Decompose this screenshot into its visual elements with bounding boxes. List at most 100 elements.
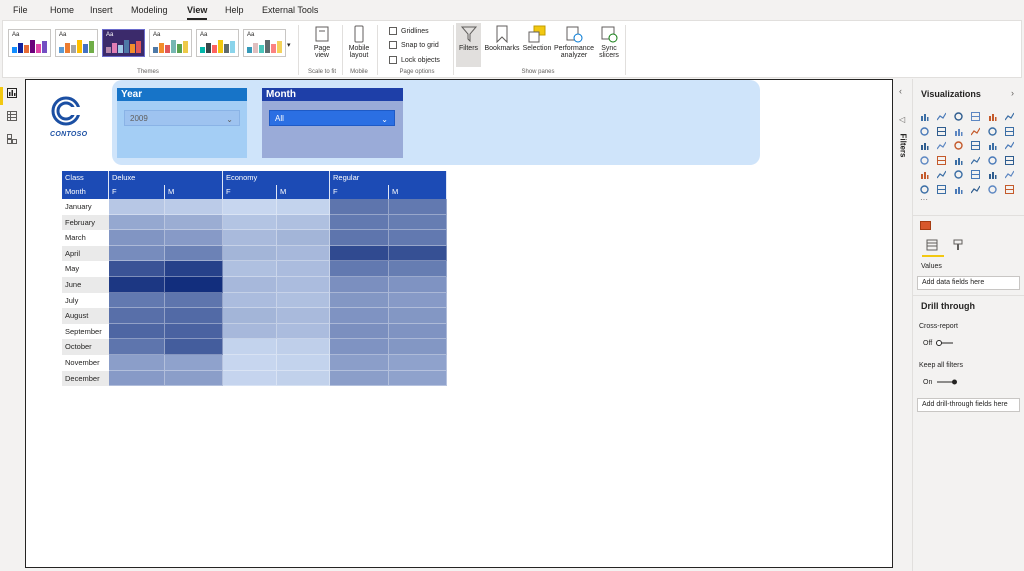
report-view-icon[interactable]	[7, 88, 17, 98]
visual-type-icon[interactable]	[937, 112, 946, 121]
matrix-cell[interactable]	[277, 277, 330, 293]
matrix-cell[interactable]	[165, 245, 223, 262]
visual-type-icon[interactable]	[920, 155, 929, 165]
matrix-cell[interactable]	[165, 370, 223, 387]
visual-type-icon[interactable]	[937, 126, 946, 136]
matrix-cell[interactable]	[109, 245, 165, 262]
matrix-cell[interactable]	[109, 370, 165, 387]
matrix-cell[interactable]	[330, 245, 389, 262]
matrix-cell[interactable]	[277, 355, 330, 371]
matrix-cell[interactable]	[223, 230, 277, 246]
visual-type-icon[interactable]	[988, 126, 997, 136]
visual-type-icon[interactable]	[971, 185, 980, 194]
visual-type-icon[interactable]	[988, 155, 997, 165]
matrix-cell[interactable]	[165, 292, 223, 309]
class-column-header[interactable]: Economy	[223, 171, 330, 185]
matrix-cell[interactable]	[165, 323, 223, 340]
visual-type-icon[interactable]	[937, 141, 946, 150]
visual-type-icon[interactable]	[971, 156, 980, 165]
matrix-cell[interactable]	[389, 308, 447, 324]
matrix-cell[interactable]	[223, 261, 277, 277]
row-header[interactable]: May	[62, 261, 109, 277]
theme-thumbnail[interactable]: Aa	[55, 29, 98, 57]
row-header[interactable]: October	[62, 339, 109, 355]
matrix-cell[interactable]	[330, 355, 389, 371]
matrix-cell[interactable]	[277, 245, 330, 262]
visual-type-icon[interactable]	[937, 155, 946, 165]
visual-type-icon[interactable]	[988, 112, 997, 121]
matrix-cell[interactable]	[223, 308, 277, 324]
matrix-cell[interactable]	[330, 308, 389, 324]
matrix-cell[interactable]	[223, 214, 277, 231]
matrix-cell[interactable]	[223, 245, 277, 262]
matrix-cell[interactable]	[165, 308, 223, 324]
menu-insert[interactable]: Insert	[90, 5, 113, 15]
menu-modeling[interactable]: Modeling	[131, 5, 168, 15]
visual-type-icon[interactable]	[954, 156, 963, 165]
visual-type-icon[interactable]	[920, 170, 929, 179]
matrix-cell[interactable]	[109, 355, 165, 371]
matrix-cell[interactable]	[330, 277, 389, 293]
year-slicer[interactable]: Year 2009 ⌄	[117, 88, 247, 158]
matrix-cell[interactable]	[165, 339, 223, 355]
matrix-cell[interactable]	[165, 214, 223, 231]
gender-column-header[interactable]: M	[165, 185, 223, 199]
visual-type-icon[interactable]	[1005, 112, 1014, 121]
gender-column-header[interactable]: M	[277, 185, 330, 199]
matrix-cell[interactable]	[389, 261, 447, 277]
matrix-cell[interactable]	[277, 230, 330, 246]
class-column-header[interactable]: Regular	[330, 171, 447, 185]
matrix-cell[interactable]	[330, 339, 389, 355]
matrix-cell[interactable]	[389, 292, 447, 309]
snap-to-grid-checkbox[interactable]: Snap to grid	[389, 41, 439, 49]
matrix-cell[interactable]	[109, 214, 165, 231]
menu-home[interactable]: Home	[50, 5, 74, 15]
matrix-visual[interactable]: Class Deluxe Economy Regular Month F M F M F M Janu…	[62, 171, 447, 387]
matrix-cell[interactable]	[109, 339, 165, 355]
matrix-cell[interactable]	[389, 370, 447, 387]
visual-type-icon[interactable]	[971, 141, 980, 150]
matrix-cell[interactable]	[389, 245, 447, 262]
theme-thumbnail[interactable]: Aa	[243, 29, 286, 57]
gender-column-header[interactable]: F	[223, 185, 277, 199]
lock-objects-checkbox[interactable]: Lock objects	[389, 56, 440, 64]
matrix-cell[interactable]	[223, 339, 277, 355]
matrix-cell[interactable]	[109, 199, 165, 215]
row-header[interactable]: September	[62, 323, 109, 340]
visual-type-icon[interactable]	[920, 141, 929, 150]
visual-type-icon[interactable]	[920, 184, 929, 194]
matrix-cell[interactable]	[223, 355, 277, 371]
chevron-left-icon[interactable]: ‹	[899, 86, 902, 96]
filters-pane-button[interactable]: Filters	[456, 23, 481, 67]
cross-report-toggle[interactable]: Off	[923, 340, 954, 347]
row-header[interactable]: January	[62, 199, 109, 215]
matrix-cell[interactable]	[330, 323, 389, 340]
gender-column-header[interactable]: M	[389, 185, 447, 199]
matrix-cell[interactable]	[223, 277, 277, 293]
month-dropdown[interactable]: All ⌄	[269, 110, 395, 126]
gridlines-checkbox[interactable]: Gridlines	[389, 27, 429, 35]
model-view-icon[interactable]	[7, 134, 17, 144]
visual-type-icon[interactable]	[1005, 141, 1014, 150]
matrix-cell[interactable]	[165, 199, 223, 215]
matrix-cell[interactable]	[109, 323, 165, 340]
visual-type-icon[interactable]	[954, 141, 963, 150]
visual-type-icon[interactable]	[920, 126, 929, 136]
matrix-cell[interactable]	[389, 230, 447, 246]
mobile-layout-button[interactable]: Mobile layout	[345, 23, 373, 67]
matrix-cell[interactable]	[109, 230, 165, 246]
bookmarks-pane-button[interactable]: Bookmarks	[483, 23, 521, 67]
matrix-cell[interactable]	[277, 308, 330, 324]
matrix-cell[interactable]	[330, 261, 389, 277]
matrix-cell[interactable]	[109, 277, 165, 293]
themes-more-button[interactable]: ▾	[287, 41, 291, 49]
visual-type-icon[interactable]	[971, 170, 980, 179]
visual-type-icon[interactable]	[1005, 155, 1014, 165]
matrix-cell[interactable]	[389, 214, 447, 231]
theme-thumbnail[interactable]: Aa	[102, 29, 145, 57]
matrix-cell[interactable]	[277, 214, 330, 231]
matrix-cell[interactable]	[109, 261, 165, 277]
visual-type-icon[interactable]	[1005, 170, 1014, 179]
matrix-cell[interactable]	[109, 292, 165, 309]
matrix-cell[interactable]	[330, 370, 389, 387]
